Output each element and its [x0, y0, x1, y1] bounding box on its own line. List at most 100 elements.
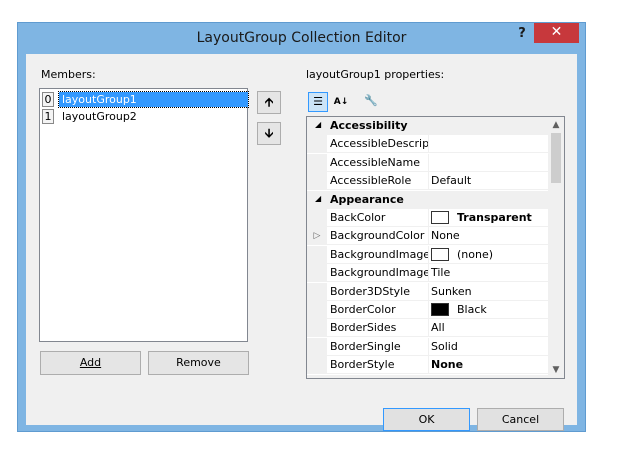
property-name: AccessibleRole	[330, 174, 412, 188]
property-row[interactable]: AccessibleName	[307, 153, 550, 172]
collapse-icon[interactable]: ◢	[315, 194, 321, 203]
category-name: Accessibility	[330, 119, 408, 132]
row-gutter	[307, 337, 327, 356]
row-gutter	[307, 264, 327, 283]
property-name: BorderSides	[330, 321, 397, 335]
column-divider	[428, 245, 429, 264]
help-button[interactable]: ?	[511, 25, 533, 45]
row-gutter	[307, 153, 327, 172]
property-value[interactable]: Sunken	[431, 285, 472, 298]
cancel-button[interactable]: Cancel	[477, 408, 564, 431]
row-gutter	[307, 209, 327, 227]
row-gutter	[307, 356, 327, 375]
add-label: Add	[79, 356, 102, 369]
member-name: layoutGroup2	[62, 110, 137, 123]
arrow-down-icon: 🡫	[264, 126, 274, 140]
row-gutter	[307, 135, 327, 154]
property-name: BackgroundImage	[330, 247, 428, 261]
member-item[interactable]: 0 layoutGroup1	[42, 91, 249, 108]
member-item[interactable]: 1 layoutGroup2	[42, 109, 247, 125]
color-swatch	[431, 211, 449, 224]
column-divider	[428, 282, 429, 301]
row-gutter	[307, 301, 327, 319]
title-bar[interactable]: LayoutGroup Collection Editor ? ✕	[18, 23, 585, 54]
property-name: BackColor	[330, 211, 386, 224]
property-name: Border3DStyle	[330, 284, 410, 298]
alphabetical-button[interactable]: A↓	[331, 92, 351, 112]
property-category[interactable]: ◢ Appearance	[307, 190, 550, 209]
arrow-up-icon: 🡩	[264, 95, 274, 109]
row-gutter	[307, 245, 327, 264]
property-row[interactable]: BackgroundImagel Tile	[307, 264, 550, 283]
column-divider	[428, 135, 429, 154]
category-name: Appearance	[330, 192, 404, 206]
property-value[interactable]: Transparent	[457, 211, 532, 224]
move-down-button[interactable]: 🡫	[257, 122, 281, 145]
column-divider	[428, 153, 429, 172]
property-row[interactable]: AccessibleDescript	[307, 135, 550, 154]
property-row[interactable]: BackColor Transparent	[307, 209, 550, 227]
property-pages-button[interactable]: 🔧	[361, 92, 381, 112]
close-button[interactable]: ✕	[534, 23, 579, 43]
row-gutter	[307, 172, 327, 191]
expand-icon[interactable]: ▷	[307, 227, 327, 246]
categorized-button[interactable]: ☰	[308, 92, 328, 112]
color-swatch	[431, 303, 449, 316]
alphabetical-icon: A↓	[333, 97, 349, 107]
property-row[interactable]: BackgroundImage (none)	[307, 245, 550, 264]
property-value[interactable]: All	[431, 321, 445, 334]
property-row[interactable]: BorderSides All	[307, 319, 550, 338]
column-divider	[428, 301, 429, 319]
member-name: layoutGroup1	[58, 91, 249, 108]
category-name: Cursor	[330, 377, 428, 378]
property-value[interactable]: None	[431, 229, 460, 242]
property-name: BorderColor	[330, 303, 396, 316]
column-divider	[428, 172, 429, 191]
property-row[interactable]: Border3DStyle Sunken	[307, 282, 550, 301]
column-divider	[428, 356, 429, 375]
property-row[interactable]: BorderSingle Solid	[307, 337, 550, 356]
window-title: LayoutGroup Collection Editor	[196, 30, 407, 46]
property-name: BackgroundColor	[330, 229, 425, 243]
property-name: AccessibleDescript	[330, 137, 428, 151]
scroll-thumb[interactable]	[551, 133, 561, 183]
collection-editor-window: LayoutGroup Collection Editor ? ✕ Member…	[17, 22, 586, 432]
color-swatch	[431, 247, 449, 261]
dialog-client: Members: 0 layoutGroup1 1 layoutGroup2 🡩…	[26, 54, 577, 431]
ok-button[interactable]: OK	[383, 408, 470, 431]
property-row[interactable]: ▷ BackgroundColor None	[307, 227, 550, 246]
property-name: BorderSingle	[330, 339, 401, 353]
column-divider	[428, 209, 429, 227]
property-value[interactable]: Default	[431, 174, 471, 187]
column-divider	[428, 264, 429, 283]
move-up-button[interactable]: 🡩	[257, 91, 281, 114]
collapse-icon[interactable]: ◢	[315, 120, 321, 129]
vertical-scrollbar[interactable]: ▲ ▼	[548, 117, 564, 378]
property-row[interactable]: BorderColor Black	[307, 301, 550, 319]
scroll-down-icon[interactable]: ▼	[548, 362, 564, 378]
property-row[interactable]: AccessibleRole Default	[307, 172, 550, 191]
column-divider	[428, 227, 429, 246]
property-value[interactable]: Tile	[431, 266, 450, 279]
property-pages-icon: 🔧	[364, 94, 378, 107]
property-value[interactable]: Solid	[431, 340, 458, 353]
property-value[interactable]: Black	[457, 303, 487, 316]
property-category[interactable]: ◢ Cursor	[307, 374, 550, 379]
property-value[interactable]: (none)	[457, 248, 493, 261]
property-grid[interactable]: ◢ Accessibility AccessibleDescript Accessib…	[306, 116, 565, 379]
member-index: 1	[42, 109, 54, 124]
members-label: Members:	[41, 68, 96, 81]
member-index: 0	[42, 92, 54, 107]
properties-label: layoutGroup1 properties:	[306, 68, 445, 81]
property-category[interactable]: ◢ Accessibility	[307, 117, 550, 135]
property-value[interactable]: None	[431, 358, 463, 371]
members-list[interactable]: 0 layoutGroup1 1 layoutGroup2	[39, 88, 249, 342]
row-gutter	[307, 282, 327, 301]
property-row[interactable]: BorderStyle None	[307, 356, 550, 375]
remove-label: Remove	[176, 356, 221, 369]
scroll-up-icon[interactable]: ▲	[548, 117, 564, 133]
remove-button[interactable]: Remove	[148, 351, 249, 375]
collapse-icon[interactable]: ◢	[315, 378, 321, 379]
add-button[interactable]: Add	[40, 351, 141, 375]
column-divider	[428, 337, 429, 356]
